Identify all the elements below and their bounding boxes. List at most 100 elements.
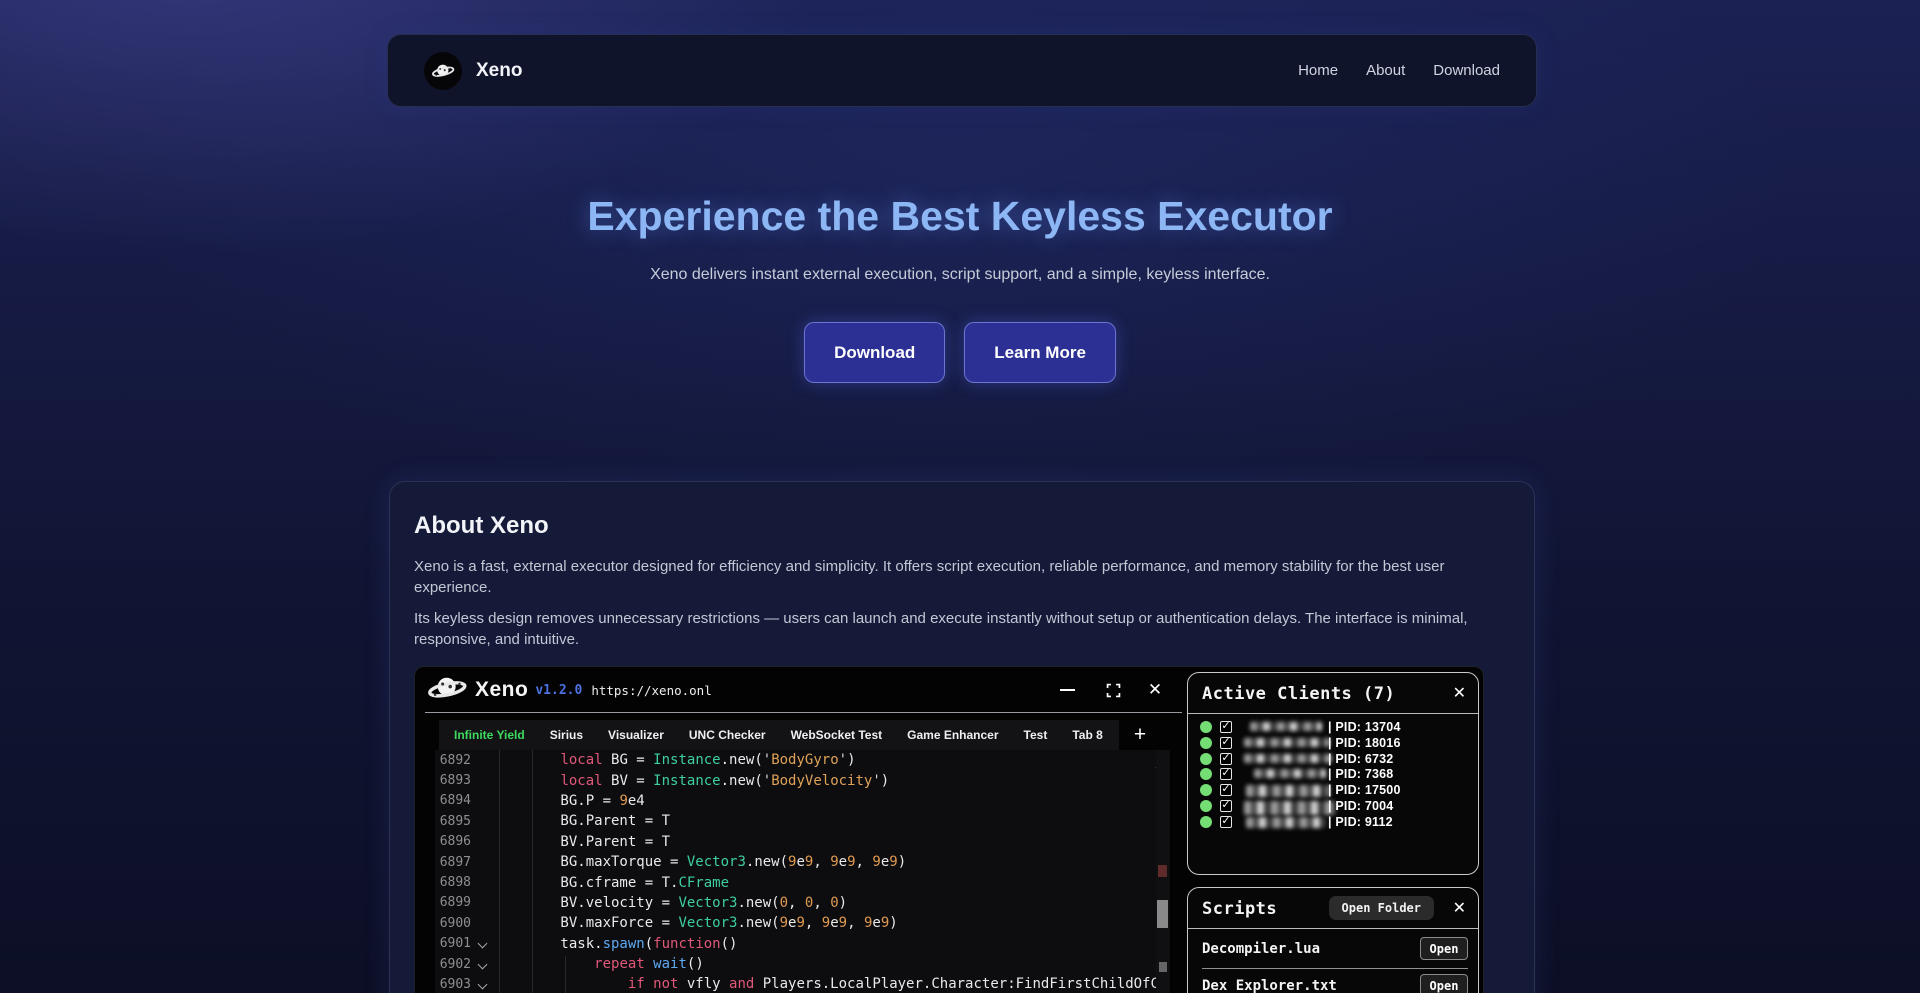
status-dot — [1200, 816, 1212, 828]
client-checkbox[interactable]: ✓ — [1220, 768, 1232, 780]
client-row: ✓| PID: 18016 — [1192, 735, 1474, 751]
brand-name: Xeno — [476, 60, 522, 82]
open-folder-button[interactable]: Open Folder — [1329, 896, 1434, 920]
code-line: 6899 BV.velocity = Vector3.new(0, 0, 0) — [435, 893, 1170, 913]
status-dot — [1200, 768, 1212, 780]
code-text: BV.velocity = Vector3.new(0, 0, 0) — [493, 895, 847, 911]
code-token: CFrame — [678, 875, 729, 891]
code-text: BV.Parent = T — [493, 834, 670, 850]
code-token: , — [805, 915, 822, 931]
line-number: 6901 — [435, 936, 471, 951]
code-editor[interactable]: 6892 local BG = Instance.new('BodyGyro')… — [435, 750, 1170, 993]
nav-link-download[interactable]: Download — [1433, 62, 1500, 79]
tab-websocket-test[interactable]: WebSocket Test — [791, 728, 883, 742]
chevron-down-icon — [477, 939, 487, 949]
nav-link-about[interactable]: About — [1366, 62, 1405, 79]
tab-visualizer[interactable]: Visualizer — [608, 728, 664, 742]
open-button[interactable]: Open — [1420, 937, 1468, 960]
code-token: 9 — [780, 915, 788, 931]
learn-more-button[interactable]: Learn More — [964, 322, 1116, 383]
code-text: if not vfly and Players.LocalPlayer.Char… — [493, 976, 1167, 992]
hero-buttons: Download Learn More — [0, 322, 1920, 383]
code-token: local — [560, 752, 602, 768]
fold-chevron-icon[interactable] — [471, 961, 493, 968]
code-token: Vector3 — [678, 895, 737, 911]
code-token: BG.cframe = T. — [493, 875, 678, 891]
code-token: ) — [847, 752, 855, 768]
code-line: 6896 BV.Parent = T — [435, 832, 1170, 852]
about-paragraph-2: Its keyless design removes unnecessary r… — [414, 608, 1506, 651]
close-icon: ✕ — [1148, 682, 1162, 699]
code-token — [493, 976, 628, 992]
nav-link-home[interactable]: Home — [1298, 62, 1338, 79]
code-token: 9 — [822, 915, 830, 931]
line-number: 6900 — [435, 916, 471, 931]
censored-username — [1244, 738, 1330, 747]
client-checkbox[interactable]: ✓ — [1220, 737, 1232, 749]
tab-test[interactable]: Test — [1024, 728, 1048, 742]
fold-chevron-icon[interactable] — [471, 981, 493, 988]
client-row: ✓| PID: 9112 — [1192, 814, 1474, 830]
tab-tab-8[interactable]: Tab 8 — [1072, 728, 1102, 742]
download-button[interactable]: Download — [804, 322, 945, 383]
code-token: .new( — [746, 854, 788, 870]
code-text: task.spawn(function() — [493, 936, 737, 952]
code-text: BG.cframe = T.CFrame — [493, 875, 729, 891]
app-url: https://xeno.onl — [591, 683, 711, 698]
code-text: local BV = Instance.new('BodyVelocity') — [493, 773, 889, 789]
tab-infinite-yield[interactable]: Infinite Yield — [454, 728, 525, 742]
nav-links: Home About Download — [1298, 62, 1500, 79]
code-token: Vector3 — [678, 915, 737, 931]
code-token: BG.P = — [493, 793, 619, 809]
client-checkbox[interactable]: ✓ — [1220, 816, 1232, 828]
scrollbar-thumb[interactable] — [1157, 900, 1168, 928]
code-token: BG.maxTorque = — [493, 854, 687, 870]
panel-separator — [1188, 713, 1478, 714]
code-line: 6893 local BV = Instance.new('BodyVeloci… — [435, 770, 1170, 790]
code-token: not — [653, 976, 678, 992]
client-checkbox[interactable]: ✓ — [1220, 721, 1232, 733]
code-token: e4 — [628, 793, 645, 809]
expand-button[interactable] — [1101, 679, 1125, 701]
script-rows: Decompiler.luaOpenDex Explorer.txtOpen — [1202, 932, 1468, 993]
code-text: BG.maxTorque = Vector3.new(9e9, 9e9, 9e9… — [493, 854, 906, 870]
new-tab-button[interactable]: + — [1127, 720, 1153, 750]
open-button[interactable]: Open — [1420, 974, 1468, 993]
status-dot — [1200, 753, 1212, 765]
code-token: 9 — [839, 915, 847, 931]
code-line: 6897 BG.maxTorque = Vector3.new(9e9, 9e9… — [435, 852, 1170, 872]
code-token: 9 — [847, 854, 855, 870]
code-token: .new( — [721, 773, 763, 789]
code-token: function — [653, 936, 720, 952]
fold-chevron-icon[interactable] — [471, 940, 493, 947]
client-checkbox[interactable]: ✓ — [1220, 784, 1232, 796]
code-line: 6895 BG.Parent = T — [435, 811, 1170, 831]
tab-unc-checker[interactable]: UNC Checker — [689, 728, 766, 742]
client-row: ✓| PID: 13704 — [1192, 719, 1474, 735]
client-checkbox[interactable]: ✓ — [1220, 800, 1232, 812]
check-icon: ✓ — [1221, 799, 1230, 810]
code-token: ( — [645, 936, 653, 952]
code-token: task. — [493, 936, 603, 952]
script-row: Dex Explorer.txtOpen — [1202, 969, 1468, 993]
check-icon: ✓ — [1221, 815, 1230, 826]
client-checkbox[interactable]: ✓ — [1220, 753, 1232, 765]
close-icon[interactable]: ✕ — [1453, 683, 1466, 702]
code-token: local — [560, 773, 602, 789]
status-dot — [1200, 737, 1212, 749]
close-button[interactable]: ✕ — [1143, 679, 1167, 701]
code-token: () — [721, 936, 738, 952]
app-logo-icon — [425, 671, 469, 709]
minimize-button[interactable] — [1055, 679, 1079, 701]
code-lines: 6892 local BG = Instance.new('BodyGyro')… — [435, 750, 1170, 993]
tab-game-enhancer[interactable]: Game Enhancer — [907, 728, 998, 742]
code-token: 0 — [830, 895, 838, 911]
code-token: BV = — [603, 773, 654, 789]
code-token: and — [729, 976, 754, 992]
censored-username — [1244, 754, 1332, 763]
tab-sirius[interactable]: Sirius — [550, 728, 583, 742]
close-icon[interactable]: ✕ — [1453, 898, 1466, 917]
code-line: 6898 BG.cframe = T.CFrame — [435, 872, 1170, 892]
editor-scrollbar[interactable] — [1156, 750, 1169, 993]
line-number: 6892 — [435, 753, 471, 768]
